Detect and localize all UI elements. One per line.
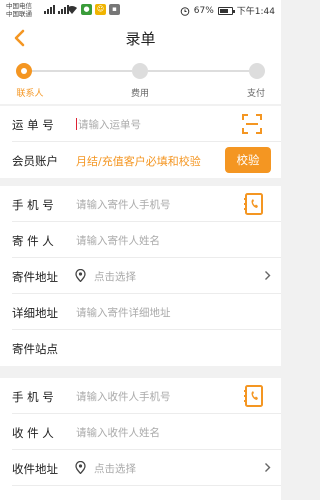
step-label-fee[interactable]: 费用 bbox=[110, 86, 170, 99]
clock: 下午1:44 bbox=[236, 7, 275, 17]
step-label-contact[interactable]: 联系人 bbox=[0, 86, 60, 99]
scan-icon[interactable] bbox=[241, 113, 263, 135]
page-title: 录单 bbox=[125, 30, 156, 48]
text-cursor bbox=[76, 118, 77, 130]
sender-phone-row: 手 机 号 请输入寄件人手机号 bbox=[0, 186, 281, 222]
sender-detail-label: 详细地址 bbox=[12, 306, 58, 320]
waybill-row: 运 单 号 请输入运单号 bbox=[0, 106, 281, 142]
receiver-name-label: 收 件 人 bbox=[12, 426, 54, 440]
receiver-address-label: 收件地址 bbox=[12, 462, 58, 476]
sender-phone-label: 手 机 号 bbox=[12, 198, 54, 212]
step-indicator: 联系人 费用 支付 bbox=[0, 56, 281, 104]
sender-address-label: 寄件地址 bbox=[12, 270, 58, 284]
status-right: 67% 下午1:44 bbox=[180, 4, 275, 17]
sender-detail-row: 详细地址 请输入寄件详细地址 bbox=[0, 294, 281, 330]
waybill-input[interactable]: 请输入运单号 bbox=[76, 117, 141, 132]
contact-book-icon[interactable] bbox=[243, 192, 265, 216]
verify-button[interactable]: 校验 bbox=[225, 147, 271, 173]
sender-detail-input[interactable]: 请输入寄件详细地址 bbox=[76, 305, 171, 320]
receiver-phone-label: 手 机 号 bbox=[12, 390, 54, 404]
receiver-address-select[interactable]: 点击选择 bbox=[94, 461, 136, 476]
carrier-name-2: 中国联通 bbox=[6, 10, 32, 18]
status-bar: 中国电信 中国联通 ● ☺ ▪ 67% 下午1:44 bbox=[0, 0, 281, 20]
app-notification-icon: ▪ bbox=[109, 4, 120, 15]
next-row-partial bbox=[0, 486, 281, 500]
step-dot-contact bbox=[16, 63, 32, 79]
sender-phone-input[interactable]: 请输入寄件人手机号 bbox=[76, 197, 171, 212]
contact-book-icon[interactable] bbox=[243, 384, 265, 408]
step-dot-payment bbox=[249, 63, 265, 79]
chevron-right-icon bbox=[265, 271, 271, 280]
sender-name-label: 寄 件 人 bbox=[12, 234, 54, 248]
waybill-label: 运 单 号 bbox=[12, 118, 54, 132]
receiver-phone-input[interactable]: 请输入收件人手机号 bbox=[76, 389, 171, 404]
title-bar: 录单 bbox=[0, 20, 281, 56]
receiver-name-row: 收 件 人 请输入收件人姓名 bbox=[0, 414, 281, 450]
member-input[interactable]: 月结/充值客户必填和校验 bbox=[76, 153, 201, 169]
location-pin-icon bbox=[75, 461, 86, 474]
sender-name-row: 寄 件 人 请输入寄件人姓名 bbox=[0, 222, 281, 258]
sender-name-input[interactable]: 请输入寄件人姓名 bbox=[76, 233, 160, 248]
receiver-name-input[interactable]: 请输入收件人姓名 bbox=[76, 425, 160, 440]
member-label: 会员账户 bbox=[12, 154, 58, 168]
notification-icons: ● ☺ ▪ bbox=[66, 4, 120, 15]
member-row: 会员账户 月结/充值客户必填和校验 校验 bbox=[0, 142, 281, 178]
sender-station-label: 寄件站点 bbox=[12, 342, 58, 356]
alarm-icon bbox=[180, 6, 190, 16]
sender-address-select[interactable]: 点击选择 bbox=[94, 269, 136, 284]
sender-station-row[interactable]: 寄件站点 bbox=[0, 330, 281, 366]
app-notification-icon: ● bbox=[81, 4, 92, 15]
app-notification-icon: ☺ bbox=[95, 4, 106, 15]
battery-icon bbox=[217, 6, 235, 15]
step-label-payment[interactable]: 支付 bbox=[226, 86, 286, 99]
step-dot-fee bbox=[132, 63, 148, 79]
step-connector bbox=[148, 70, 249, 72]
carrier-name-1: 中国电信 bbox=[6, 2, 32, 10]
receiver-phone-row: 手 机 号 请输入收件人手机号 bbox=[0, 378, 281, 414]
chevron-right-icon bbox=[265, 463, 271, 472]
step-connector bbox=[32, 70, 132, 72]
carrier-info: 中国电信 中国联通 bbox=[6, 2, 32, 18]
location-pin-icon bbox=[75, 269, 86, 282]
battery-percent: 67% bbox=[193, 5, 214, 16]
wifi-icon bbox=[67, 5, 77, 14]
sender-address-row[interactable]: 寄件地址 点击选择 bbox=[0, 258, 281, 294]
waybill-placeholder: 请输入运单号 bbox=[78, 119, 141, 131]
receiver-address-row[interactable]: 收件地址 点击选择 bbox=[0, 450, 281, 486]
